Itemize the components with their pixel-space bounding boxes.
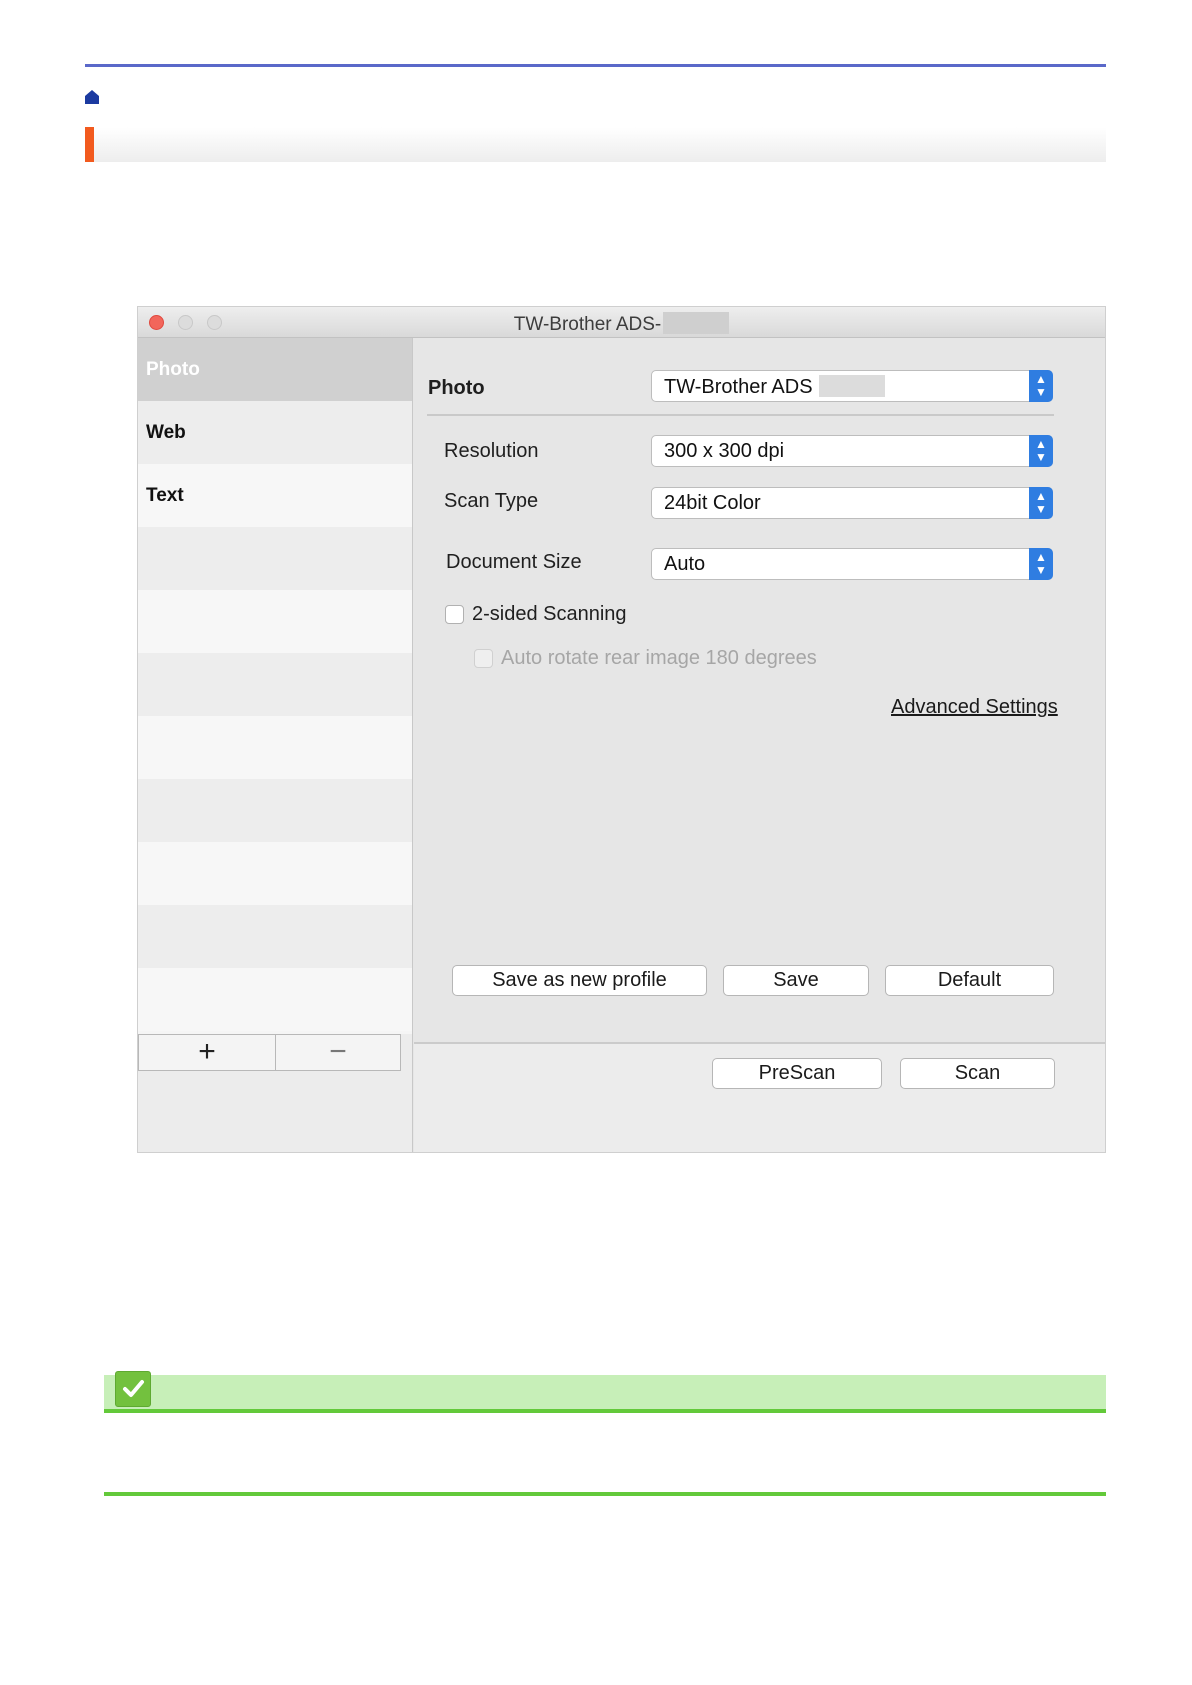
settings-panel: Photo TW-Brother ADS ▲ ▼ Resolution 300 x…	[414, 338, 1105, 1152]
profile-name: Photo	[428, 377, 485, 399]
prescan-button[interactable]: PreScan	[712, 1058, 882, 1089]
content-footer: PreScan Scan	[414, 1044, 1105, 1152]
advanced-settings-link[interactable]: Advanced Settings	[891, 696, 1058, 719]
home-icon[interactable]	[84, 89, 100, 105]
window-title: TW-Brother ADS-	[138, 312, 1105, 336]
up-down-arrows-icon: ▲ ▼	[1029, 435, 1053, 467]
sidebar-item-web[interactable]: Web	[138, 401, 412, 464]
checkmark-icon	[115, 1371, 151, 1407]
scan-button[interactable]: Scan	[900, 1058, 1055, 1089]
auto-rotate-label: Auto rotate rear image 180 degrees	[501, 647, 817, 669]
window-titlebar: TW-Brother ADS-	[138, 307, 1105, 338]
default-button[interactable]: Default	[885, 965, 1054, 996]
section-title-bar	[85, 127, 1106, 162]
sidebar-empty-row	[138, 653, 412, 716]
sidebar-empty-row	[138, 590, 412, 653]
sidebar-item-photo[interactable]: Photo	[138, 338, 412, 401]
resolution-select[interactable]: 300 x 300 dpi ▲ ▼	[651, 435, 1053, 467]
redacted-model	[818, 375, 885, 397]
document-size-select[interactable]: Auto ▲ ▼	[651, 548, 1053, 580]
sidebar-empty-row	[138, 527, 412, 590]
note-bottom-rule	[104, 1492, 1106, 1496]
scanner-window: TW-Brother ADS- Photo Web Text + − Photo…	[137, 306, 1106, 1153]
document-size-label: Document Size	[446, 551, 582, 573]
save-as-new-profile-button[interactable]: Save as new profile	[452, 965, 707, 996]
scan-type-select[interactable]: 24bit Color ▲ ▼	[651, 487, 1053, 519]
up-down-arrows-icon: ▲ ▼	[1029, 548, 1053, 580]
sidebar-empty-row	[138, 842, 412, 905]
sidebar-empty-row	[138, 716, 412, 779]
sidebar-empty-row	[138, 968, 412, 1031]
auto-rotate-checkbox[interactable]	[474, 649, 493, 668]
redacted-model	[663, 312, 730, 334]
scanner-select[interactable]: TW-Brother ADS ▲ ▼	[651, 370, 1053, 402]
remove-profile-button[interactable]: −	[275, 1034, 401, 1071]
note-header	[104, 1375, 1106, 1409]
two-sided-label: 2-sided Scanning	[472, 603, 627, 625]
sidebar-item-text[interactable]: Text	[138, 464, 412, 527]
sidebar-empty-row	[138, 905, 412, 968]
separator	[427, 414, 1054, 416]
sidebar-footer: + −	[138, 1034, 412, 1152]
scan-type-label: Scan Type	[444, 490, 539, 512]
up-down-arrows-icon: ▲ ▼	[1029, 370, 1053, 402]
up-down-arrows-icon: ▲ ▼	[1029, 487, 1053, 519]
add-profile-button[interactable]: +	[138, 1034, 276, 1071]
resolution-label: Resolution	[444, 440, 539, 462]
top-rule	[85, 64, 1106, 67]
save-button[interactable]: Save	[723, 965, 869, 996]
title-accent	[85, 127, 94, 162]
two-sided-checkbox[interactable]	[445, 605, 464, 624]
sidebar-empty-row	[138, 779, 412, 842]
note-top-rule	[104, 1409, 1106, 1413]
profile-sidebar: Photo Web Text + −	[138, 338, 413, 1152]
